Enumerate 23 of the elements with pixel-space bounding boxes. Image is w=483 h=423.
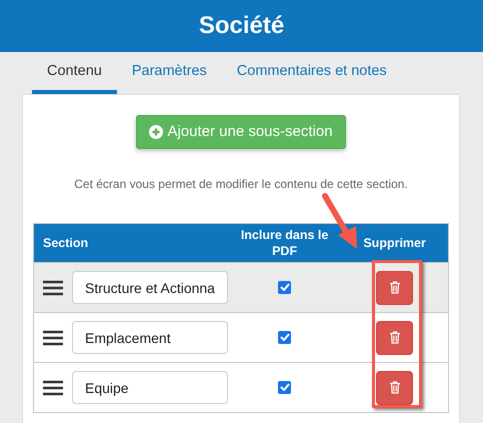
drag-handle-icon[interactable] [43, 330, 63, 346]
checkbox[interactable] [278, 380, 292, 394]
section-name-field[interactable]: Emplacement [72, 321, 228, 354]
drag-handle-icon[interactable] [43, 280, 63, 296]
drag-handle-icon[interactable] [43, 380, 63, 396]
column-header: Supprimer [341, 224, 448, 262]
trash-icon [388, 331, 401, 344]
column-header: Inclure dans le PDF [228, 224, 342, 262]
tab[interactable]: Commentaires et notes [222, 52, 402, 94]
trash-icon [388, 381, 401, 394]
delete-button[interactable] [376, 370, 414, 404]
delete-button[interactable] [376, 270, 414, 304]
delete-button[interactable] [376, 320, 414, 354]
page-title: Société [198, 12, 284, 40]
section-name-field[interactable]: Structure et Actionna [72, 271, 228, 304]
tab[interactable]: Paramètres [116, 52, 222, 94]
section-name-field[interactable]: Equipe [72, 371, 228, 404]
trash-icon [388, 281, 401, 294]
checkbox[interactable] [278, 280, 292, 294]
checkbox[interactable] [278, 330, 292, 344]
column-header: Section [34, 224, 228, 262]
description-text: Cet écran vous permet de modifier le contenu de cette section. [73, 177, 409, 191]
plus-circle-icon [149, 124, 164, 138]
